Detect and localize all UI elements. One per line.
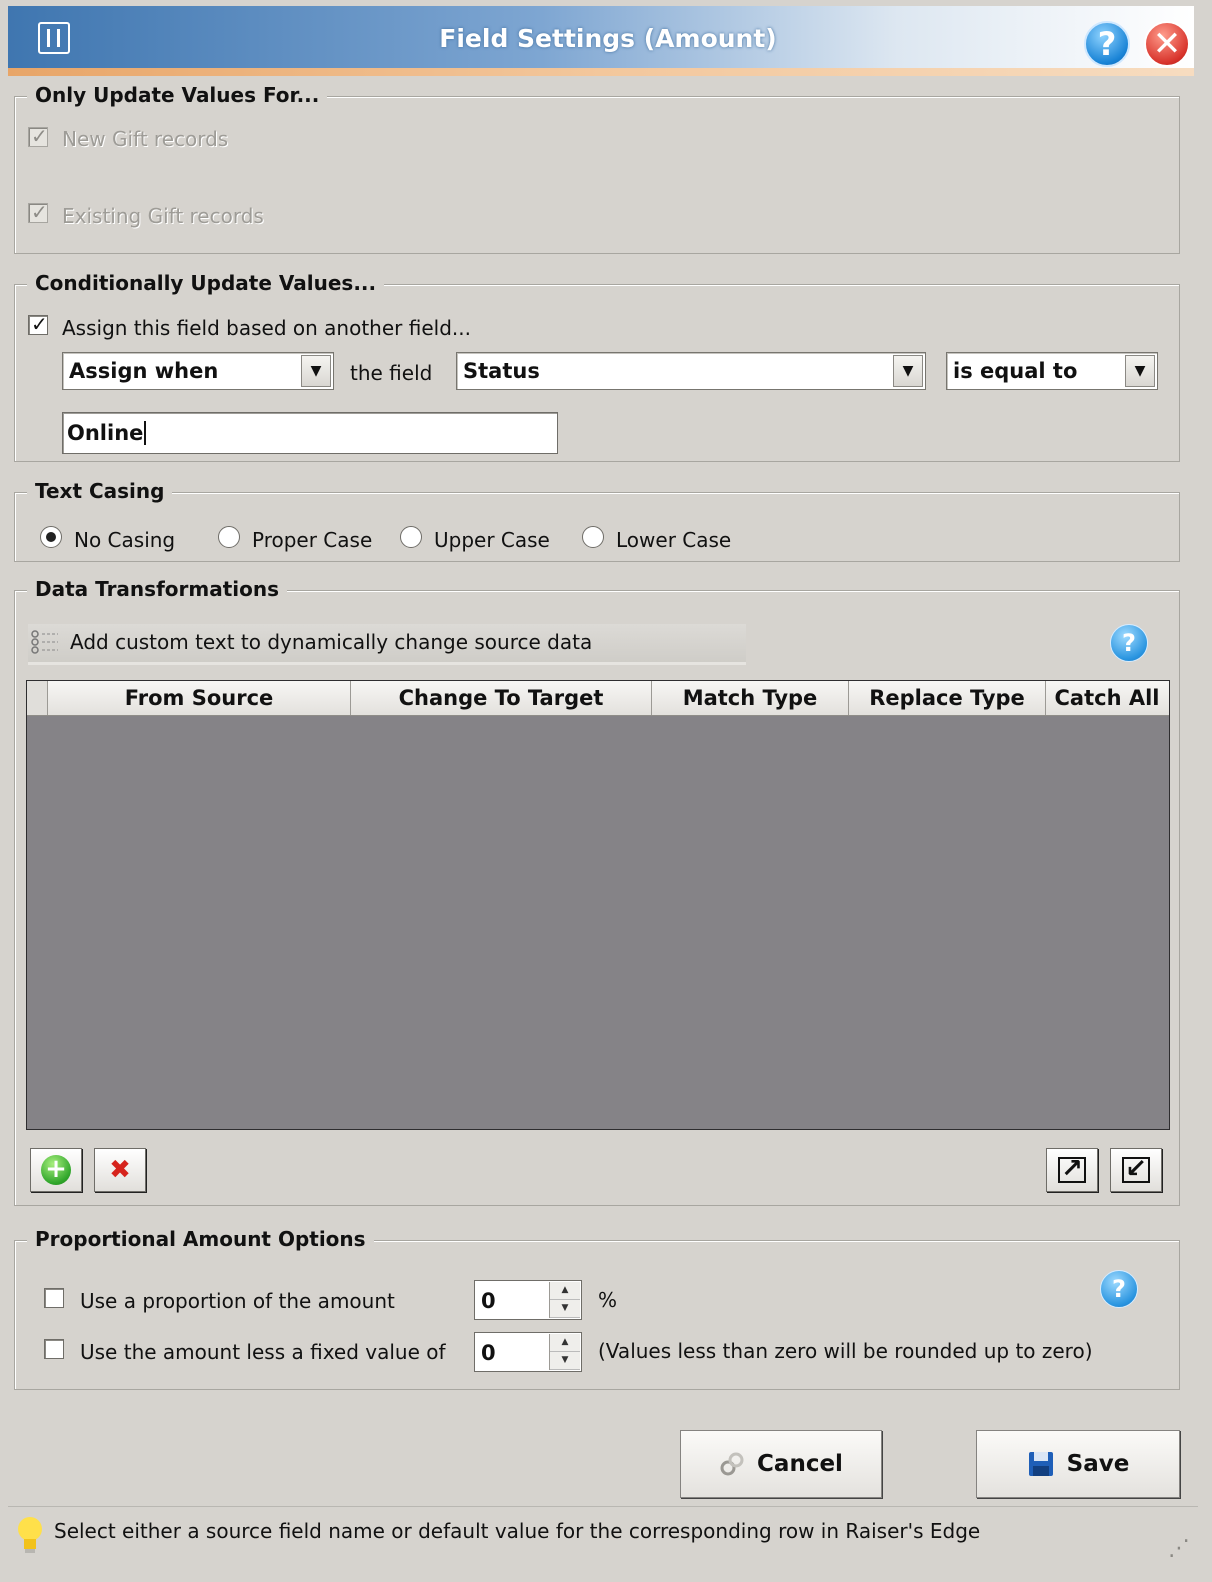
- delete-row-button[interactable]: ✖: [94, 1148, 146, 1192]
- cancel-label: Cancel: [757, 1451, 843, 1477]
- custom-text-label: Add custom text to dynamically change so…: [70, 630, 593, 654]
- percent-label: %: [598, 1288, 618, 1312]
- match-value-input[interactable]: Online: [62, 412, 558, 454]
- spin-buttons[interactable]: ▲ ▼: [549, 1282, 580, 1318]
- less-fixed-checkbox[interactable]: [44, 1339, 64, 1359]
- proportion-checkbox[interactable]: [44, 1288, 64, 1308]
- less-fixed-stepper[interactable]: 0 ▲ ▼: [474, 1332, 582, 1372]
- field-value: Status: [463, 359, 540, 383]
- existing-gift-label: Existing Gift records: [62, 204, 264, 228]
- col-from-source[interactable]: From Source: [48, 681, 351, 715]
- proportion-stepper[interactable]: 0 ▲ ▼: [474, 1280, 582, 1320]
- import-button[interactable]: ↙: [1110, 1148, 1162, 1192]
- import-icon: ↙: [1122, 1156, 1150, 1183]
- proportion-value: 0: [481, 1289, 496, 1313]
- cancel-button[interactable]: Cancel: [680, 1430, 882, 1498]
- conditional-legend: Conditionally Update Values...: [27, 271, 385, 295]
- operator-dropdown[interactable]: is equal to ▼: [946, 352, 1158, 390]
- operator-value: is equal to: [953, 359, 1078, 383]
- add-icon: +: [41, 1155, 71, 1185]
- proportion-label: Use a proportion of the amount: [80, 1289, 395, 1313]
- data-transformations-legend: Data Transformations: [27, 577, 288, 601]
- spin-buttons[interactable]: ▲ ▼: [549, 1334, 580, 1370]
- list-icon: [31, 630, 58, 654]
- floppy-disk-icon: [1028, 1452, 1053, 1476]
- status-text: Select either a source field name or def…: [54, 1519, 981, 1543]
- assign-based-checkbox[interactable]: ✓: [28, 312, 48, 336]
- assign-based-label: Assign this field based on another field…: [62, 316, 471, 340]
- proper-case-radio[interactable]: [218, 526, 240, 548]
- export-icon: ↗: [1058, 1156, 1086, 1183]
- chevron-down-icon[interactable]: ▼: [1125, 355, 1155, 387]
- new-gift-label: New Gift records: [62, 127, 229, 151]
- add-row-button[interactable]: +: [30, 1148, 82, 1192]
- new-gift-checkbox[interactable]: ✓: [28, 124, 48, 148]
- less-fixed-label: Use the amount less a fixed value of: [80, 1340, 446, 1364]
- existing-gift-checkbox[interactable]: ✓: [28, 200, 48, 224]
- assign-when-dropdown[interactable]: Assign when ▼: [62, 352, 334, 390]
- help-icon[interactable]: ?: [1084, 21, 1130, 67]
- transformations-grid[interactable]: From Source Change To Target Match Type …: [26, 680, 1170, 1130]
- window-title: Field Settings (Amount): [439, 24, 777, 53]
- text-casing-legend: Text Casing: [27, 479, 173, 503]
- the-field-label: the field: [350, 361, 433, 385]
- spin-down-icon[interactable]: ▼: [550, 1300, 580, 1318]
- lightbulb-icon: [18, 1517, 42, 1553]
- field-dropdown[interactable]: Status ▼: [456, 352, 926, 390]
- lower-case-radio[interactable]: [582, 526, 604, 548]
- col-change-to-target[interactable]: Change To Target: [351, 681, 652, 715]
- update-for-group: Only Update Values For...: [14, 83, 1180, 254]
- proportional-legend: Proportional Amount Options: [27, 1227, 374, 1251]
- save-label: Save: [1066, 1451, 1130, 1477]
- status-bar: Select either a source field name or def…: [8, 1506, 1198, 1567]
- check-icon: ✓: [31, 312, 48, 336]
- grid-header: From Source Change To Target Match Type …: [27, 681, 1169, 716]
- export-button[interactable]: ↗: [1046, 1148, 1098, 1192]
- rounding-note: (Values less than zero will be rounded u…: [598, 1339, 1093, 1363]
- proportional-help-icon[interactable]: ?: [1100, 1270, 1138, 1308]
- title-accent-strip: [8, 68, 1194, 76]
- custom-text-toolbar[interactable]: Add custom text to dynamically change so…: [28, 624, 746, 665]
- col-match-type[interactable]: Match Type: [652, 681, 849, 715]
- proportional-group: Proportional Amount Options: [14, 1227, 1180, 1390]
- check-icon: ✓: [31, 124, 48, 148]
- less-fixed-value: 0: [481, 1341, 496, 1365]
- resize-grip-icon[interactable]: ⋰: [1168, 1536, 1190, 1561]
- proper-case-label: Proper Case: [252, 528, 373, 552]
- assign-when-value: Assign when: [69, 359, 219, 383]
- upper-case-radio[interactable]: [400, 526, 422, 548]
- check-icon: ✓: [31, 200, 48, 224]
- match-value-text: Online: [67, 421, 147, 445]
- col-catch-all[interactable]: Catch All: [1046, 681, 1168, 715]
- col-replace-type[interactable]: Replace Type: [849, 681, 1046, 715]
- upper-case-label: Upper Case: [434, 528, 550, 552]
- lower-case-label: Lower Case: [616, 528, 732, 552]
- update-for-legend: Only Update Values For...: [27, 83, 328, 107]
- radio-selected-dot: [46, 532, 56, 542]
- chevron-down-icon[interactable]: ▼: [893, 355, 923, 387]
- no-casing-radio[interactable]: [40, 526, 62, 548]
- spin-up-icon[interactable]: ▲: [550, 1282, 580, 1300]
- save-button[interactable]: Save: [976, 1430, 1180, 1498]
- cancel-icon: [720, 1452, 744, 1476]
- spin-up-icon[interactable]: ▲: [550, 1334, 580, 1352]
- title-bar[interactable]: Field Settings (Amount) ? ✕: [8, 6, 1194, 68]
- field-settings-dialog: Field Settings (Amount) ? ✕ Only Update …: [0, 0, 1212, 1582]
- close-icon[interactable]: ✕: [1144, 21, 1190, 67]
- transforms-help-icon[interactable]: ?: [1110, 624, 1148, 662]
- spin-down-icon[interactable]: ▼: [550, 1352, 580, 1370]
- no-casing-label: No Casing: [74, 528, 176, 552]
- delete-icon: ✖: [109, 1155, 131, 1185]
- row-header-column: [27, 681, 48, 715]
- chevron-down-icon[interactable]: ▼: [301, 355, 331, 387]
